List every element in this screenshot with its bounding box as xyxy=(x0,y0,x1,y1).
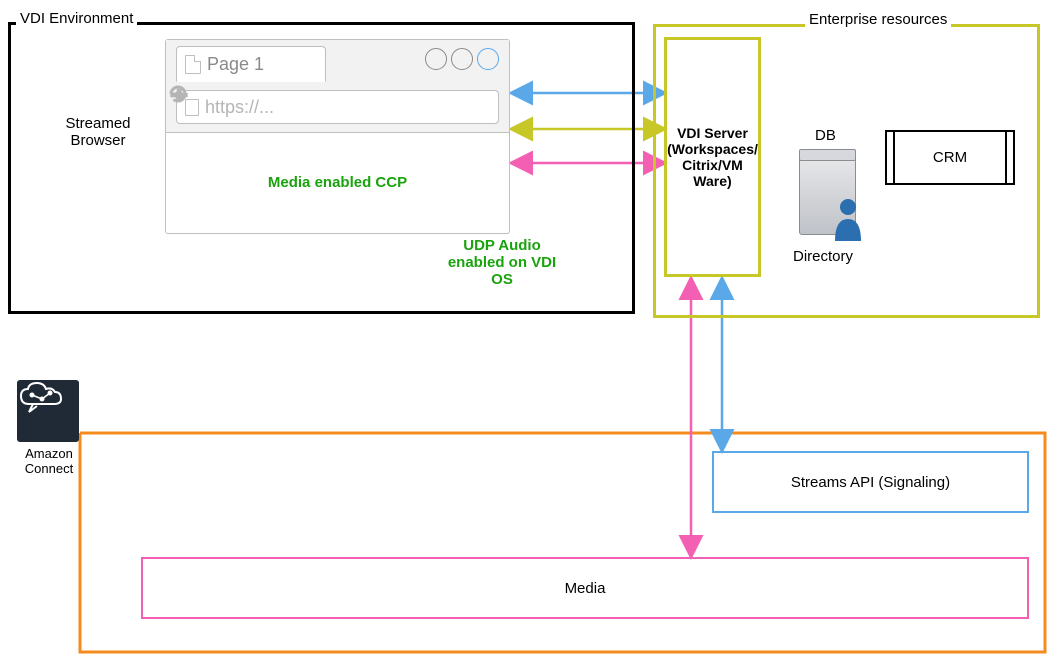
url-placeholder: https://... xyxy=(205,97,274,118)
media-label: Media xyxy=(565,580,606,597)
window-close-icon[interactable] xyxy=(477,48,499,70)
streams-api-label: Streams API (Signaling) xyxy=(791,474,950,491)
crm-box: CRM xyxy=(885,130,1015,185)
media-box: Media xyxy=(141,557,1029,619)
vdi-server-box: VDI Server (Workspaces/ Citrix/VM Ware) xyxy=(664,37,761,277)
crm-label: CRM xyxy=(933,149,967,166)
db-label: DB xyxy=(815,127,836,144)
browser-window: Page 1 https://... Media enabled CCP xyxy=(165,39,510,234)
amazon-connect-label: Amazon Connect xyxy=(19,446,79,476)
window-min-icon[interactable] xyxy=(425,48,447,70)
amazon-connect-icon xyxy=(17,380,79,442)
page-icon xyxy=(185,55,201,74)
directory-label: Directory xyxy=(793,248,853,265)
streamed-browser-label: Streamed Browser xyxy=(58,115,138,149)
browser-tab[interactable]: Page 1 xyxy=(176,46,326,82)
enterprise-resources-title: Enterprise resources xyxy=(805,11,951,28)
vdi-environment-title: VDI Environment xyxy=(16,10,137,27)
media-ccp-banner: Media enabled CCP xyxy=(166,132,509,233)
browser-tab-title: Page 1 xyxy=(207,54,264,75)
reload-icon[interactable] xyxy=(166,82,190,106)
streams-api-box: Streams API (Signaling) xyxy=(712,451,1029,513)
db-icon: DB xyxy=(793,149,863,239)
url-input[interactable]: https://... xyxy=(176,90,499,124)
window-max-icon[interactable] xyxy=(451,48,473,70)
udp-audio-note: UDP Audio enabled on VDI OS xyxy=(437,237,567,288)
